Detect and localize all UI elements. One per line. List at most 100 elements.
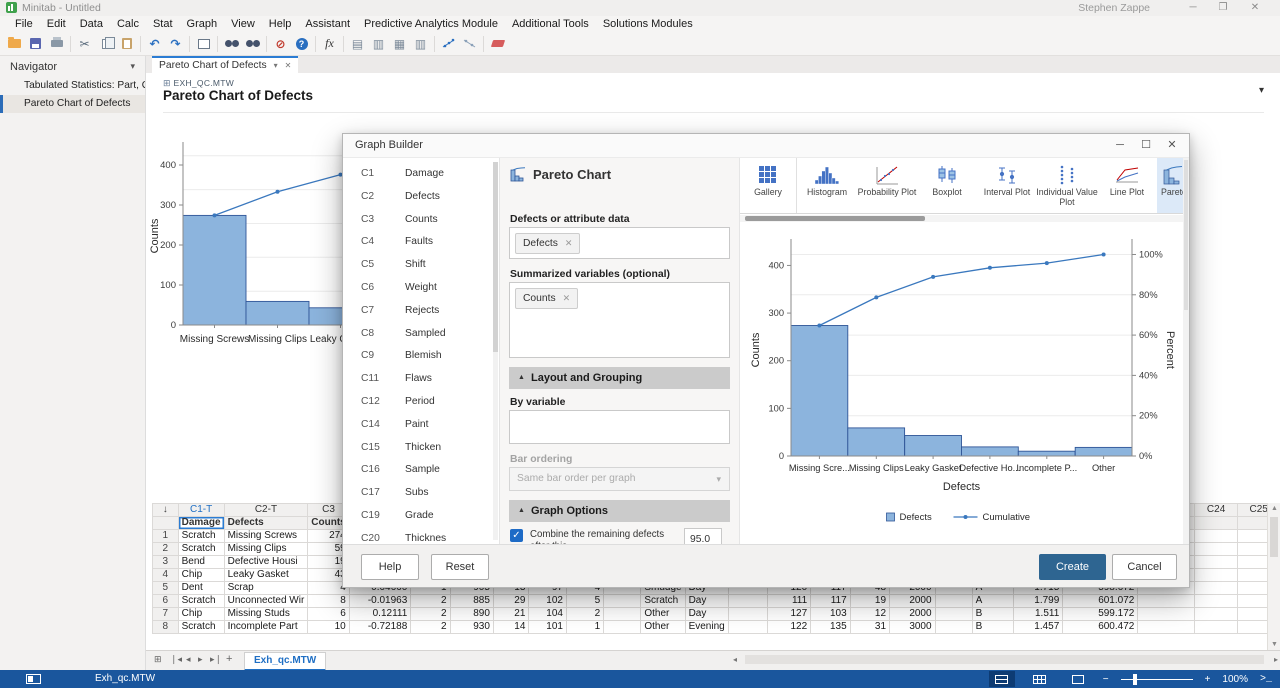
first-worksheet-icon[interactable]: ❘◂ (170, 654, 182, 665)
tab-dropdown-icon[interactable]: ▾ (274, 61, 278, 70)
hscrollbar-thumb[interactable] (745, 655, 1264, 664)
cancel-button[interactable]: Cancel (1112, 554, 1177, 580)
col-header-C24[interactable]: C24 (1194, 504, 1237, 517)
new-window-icon[interactable] (193, 34, 214, 54)
navigator-item-pareto-chart[interactable]: Pareto Chart of Defects (0, 95, 145, 113)
dialog-maximize-button[interactable]: ☐ (1133, 138, 1159, 154)
navigator-dropdown-icon[interactable]: ▾ (130, 61, 135, 72)
chip-remove-icon[interactable]: ✕ (565, 238, 573, 249)
defects-chip[interactable]: Defects✕ (515, 233, 580, 254)
open-icon[interactable] (4, 34, 25, 54)
scroll-up-icon[interactable]: ▲ (1271, 505, 1278, 512)
minimize-button[interactable]: ─ (1180, 1, 1206, 15)
chip-remove-icon[interactable]: ✕ (563, 293, 571, 304)
dialog-title-bar[interactable]: Graph Builder ─ ☐ ✕ (343, 134, 1189, 158)
add-worksheet-icon[interactable]: + (226, 653, 232, 665)
counts-chip[interactable]: Counts✕ (515, 288, 578, 309)
help-icon[interactable]: ? (291, 34, 312, 54)
select-points-icon[interactable] (459, 34, 480, 54)
gallery-item-line-plot[interactable]: Line Plot (1097, 158, 1157, 214)
edit-points-icon[interactable] (438, 34, 459, 54)
column-item-c7[interactable]: C7Rejects (343, 299, 491, 322)
command-line-icon[interactable]: >_ (1260, 674, 1272, 685)
find-next-icon[interactable] (242, 34, 263, 54)
column-item-c14[interactable]: C14Paint (343, 413, 491, 436)
eraser-icon[interactable] (487, 34, 508, 54)
col-header-C2-T[interactable]: C2-T (224, 504, 308, 517)
restore-button[interactable]: ❐ (1210, 1, 1236, 15)
copy-icon[interactable] (95, 34, 116, 54)
menu-edit[interactable]: Edit (40, 16, 73, 32)
cancel-icon[interactable]: ⊘ (270, 34, 291, 54)
col-header-C1-T[interactable]: C1-T (178, 504, 224, 517)
column-item-c5[interactable]: C5Shift (343, 253, 491, 276)
menu-help[interactable]: Help (262, 16, 299, 32)
split-view-button[interactable] (989, 671, 1015, 687)
gallery-item-pareto[interactable]: Pareto (1157, 158, 1183, 214)
column-item-c15[interactable]: C15Thicken (343, 436, 491, 459)
reset-button[interactable]: Reset (431, 554, 489, 580)
scroll-right-icon[interactable]: ▸ (1274, 655, 1278, 664)
table-row[interactable]: 7ChipMissing Studs60.121112890211042Othe… (153, 608, 1280, 621)
col-name-Defects[interactable]: Defects (224, 517, 308, 530)
column-item-c20[interactable]: C20Thicknes (343, 527, 491, 544)
gallery-scrollbar[interactable] (740, 215, 1183, 222)
cut-icon[interactable]: ✂ (74, 34, 95, 54)
column-item-c16[interactable]: C16Sample (343, 458, 491, 481)
checkbox-checked-icon[interactable]: ✓ (510, 529, 523, 542)
menu-additional-tools[interactable]: Additional Tools (505, 16, 596, 32)
dialog-close-button[interactable]: ✕ (1159, 138, 1185, 154)
close-button[interactable]: ✕ (1242, 1, 1268, 15)
menu-graph[interactable]: Graph (180, 16, 225, 32)
column-item-c12[interactable]: C12Period (343, 390, 491, 413)
tab-close-icon[interactable]: ✕ (285, 61, 292, 70)
column-properties-icon[interactable]: ▥ (410, 34, 431, 54)
gallery-item-boxplot[interactable]: Boxplot (917, 158, 977, 214)
next-worksheet-icon[interactable]: ▸ (198, 654, 203, 665)
paste-icon[interactable] (116, 34, 137, 54)
column-item-c4[interactable]: C4Faults (343, 230, 491, 253)
column-item-c1[interactable]: C1Damage (343, 162, 491, 185)
scrollbar-thumb[interactable] (1270, 517, 1278, 557)
column-item-c17[interactable]: C17Subs (343, 481, 491, 504)
menu-data[interactable]: Data (73, 16, 110, 32)
insert-cells-icon[interactable]: ▤ (347, 34, 368, 54)
gallery-item-gallery[interactable]: Gallery (740, 158, 797, 214)
column-item-c8[interactable]: C8Sampled (343, 322, 491, 345)
menu-calc[interactable]: Calc (110, 16, 146, 32)
last-worksheet-icon[interactable]: ▸❘ (210, 654, 222, 665)
undo-icon[interactable]: ↶ (144, 34, 165, 54)
scroll-down-icon[interactable]: ▼ (1271, 641, 1278, 648)
column-item-c19[interactable]: C19Grade (343, 504, 491, 527)
insert-rows-icon[interactable]: ▥ (368, 34, 389, 54)
by-variable-field[interactable] (509, 410, 730, 444)
table-row[interactable]: 8ScratchIncomplete Part10-0.721882930141… (153, 621, 1280, 634)
save-icon[interactable] (25, 34, 46, 54)
menu-assistant[interactable]: Assistant (298, 16, 357, 32)
defects-field[interactable]: Defects✕ (509, 227, 730, 259)
account-name[interactable]: Stephen Zappe (1078, 2, 1150, 14)
worksheet-view-button[interactable] (1027, 671, 1053, 687)
menu-stat[interactable]: Stat (146, 16, 180, 32)
scroll-left-icon[interactable]: ◂ (733, 655, 737, 664)
insert-columns-icon[interactable]: ▦ (389, 34, 410, 54)
zoom-slider[interactable] (1121, 671, 1193, 687)
zoom-out-icon[interactable]: − (1103, 674, 1109, 685)
preview-scrollbar[interactable] (1183, 158, 1189, 544)
menu-view[interactable]: View (224, 16, 262, 32)
column-item-c6[interactable]: C6Weight (343, 276, 491, 299)
column-item-c2[interactable]: C2Defects (343, 185, 491, 208)
zoom-in-icon[interactable]: + (1205, 674, 1211, 685)
summarized-field[interactable]: Counts✕ (509, 282, 730, 358)
worksheet-horizontal-scrollbar[interactable]: ◂ ▸ (733, 654, 1278, 666)
gallery-item-interval-plot[interactable]: Interval Plot (977, 158, 1037, 214)
layout-grouping-section[interactable]: Layout and Grouping (509, 367, 730, 389)
menu-file[interactable]: File (8, 16, 40, 32)
col-name-Damage[interactable]: Damage (178, 517, 224, 530)
formula-icon[interactable]: fx (319, 34, 340, 54)
column-item-c11[interactable]: C11Flaws (343, 367, 491, 390)
worksheet-tab[interactable]: Exh_qc.MTW (244, 652, 326, 671)
col-name-blank[interactable] (1194, 517, 1237, 530)
output-options-icon[interactable]: ▾ (1259, 85, 1264, 96)
menu-solutions-modules[interactable]: Solutions Modules (596, 16, 700, 32)
